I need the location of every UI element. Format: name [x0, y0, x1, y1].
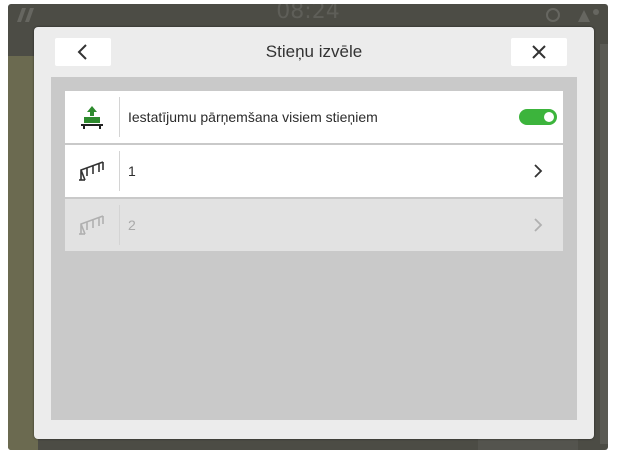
boom-selection-dialog: Stieņu izvēle Iestatījumu pārņemšana vis…	[34, 27, 594, 439]
boom-section-icon	[65, 145, 119, 197]
toggle-switch[interactable]	[519, 109, 557, 125]
boom-section-icon	[65, 199, 119, 251]
toggle-knob	[544, 112, 554, 122]
signal-status-icon	[578, 9, 599, 22]
side-panel-edge	[600, 44, 608, 444]
dialog-content: Iestatījumu pārņemšana visiem stieņiem 1	[51, 77, 577, 420]
row-transfer-settings[interactable]: Iestatījumu pārņemšana visiem stieņiem	[65, 91, 563, 143]
status-bar: 08:24	[8, 4, 608, 28]
row-label: Iestatījumu pārņemšana visiem stieņiem	[128, 109, 378, 125]
row-label: 2	[128, 217, 136, 233]
chevron-right-icon	[513, 199, 563, 251]
dialog-header: Stieņu izvēle	[34, 27, 594, 77]
dialog-title: Stieņu izvēle	[265, 42, 363, 61]
close-icon	[532, 45, 546, 59]
close-button[interactable]	[511, 38, 567, 66]
clock: 08:24	[276, 4, 340, 24]
row-boom-2: 2	[65, 199, 563, 251]
chevron-right-icon	[513, 145, 563, 197]
transfer-settings-icon	[65, 91, 119, 143]
row-label: 1	[128, 163, 136, 179]
settings-transfer-toggle[interactable]	[513, 91, 563, 143]
gps-status-icon	[546, 8, 560, 22]
row-boom-1[interactable]: 1	[65, 145, 563, 197]
